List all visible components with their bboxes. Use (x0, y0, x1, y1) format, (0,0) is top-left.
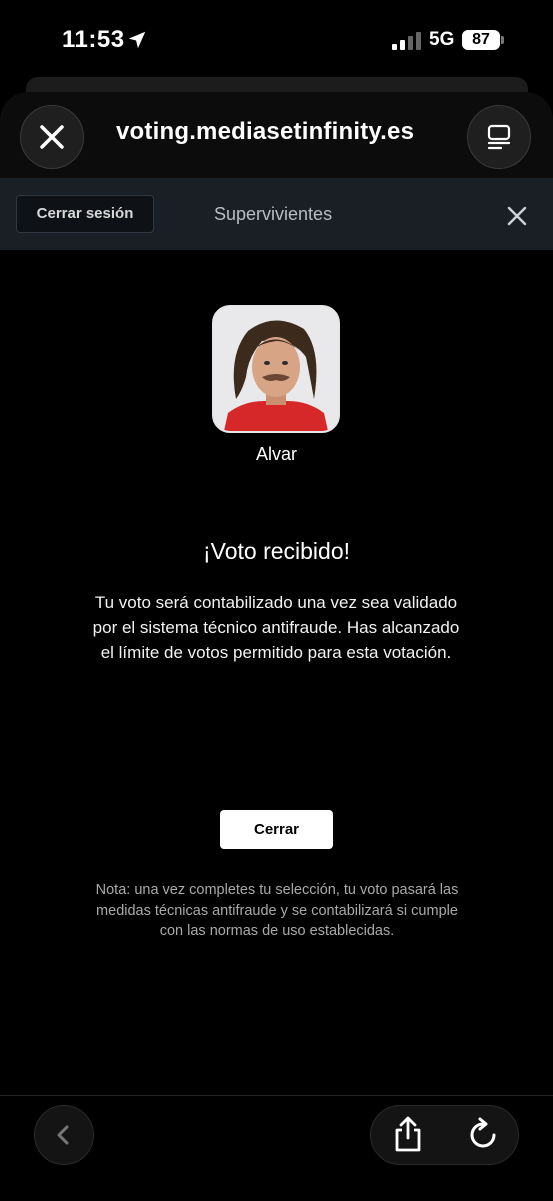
location-arrow-icon (128, 31, 146, 49)
reload-icon[interactable] (468, 1117, 500, 1151)
url-text[interactable]: voting.mediasetinfinity.es (116, 118, 414, 146)
status-bar: 11:53 5G 87 (0, 0, 553, 80)
confirmation-title: ¡Voto recibido! (202, 538, 351, 564)
share-icon[interactable] (392, 1115, 424, 1153)
cellular-signal-icon (392, 32, 421, 50)
tabs-button[interactable] (467, 105, 531, 169)
close-icon (40, 125, 64, 149)
tabs-icon (487, 124, 511, 150)
logout-button[interactable]: Cerrar sesión (16, 195, 154, 233)
close-button[interactable]: Cerrar (220, 810, 333, 849)
network-type: 5G (429, 29, 455, 50)
section-title: Supervivientes (214, 204, 333, 224)
battery-level: 87 (462, 30, 500, 50)
candidate-avatar (212, 305, 340, 433)
battery-tip (501, 36, 504, 44)
candidate-portrait (214, 307, 338, 431)
status-time: 11:53 (62, 26, 125, 53)
back-button[interactable] (34, 1105, 94, 1165)
close-icon[interactable] (505, 204, 529, 228)
browser-close-button[interactable] (20, 105, 84, 169)
candidate-name: Alvar (255, 444, 297, 464)
chevron-left-icon (57, 1125, 69, 1145)
antifraud-note: Nota: una vez completes tu selección, tu… (95, 882, 459, 939)
confirmation-message: Tu voto será contabilizado una vez sea v… (92, 593, 460, 662)
